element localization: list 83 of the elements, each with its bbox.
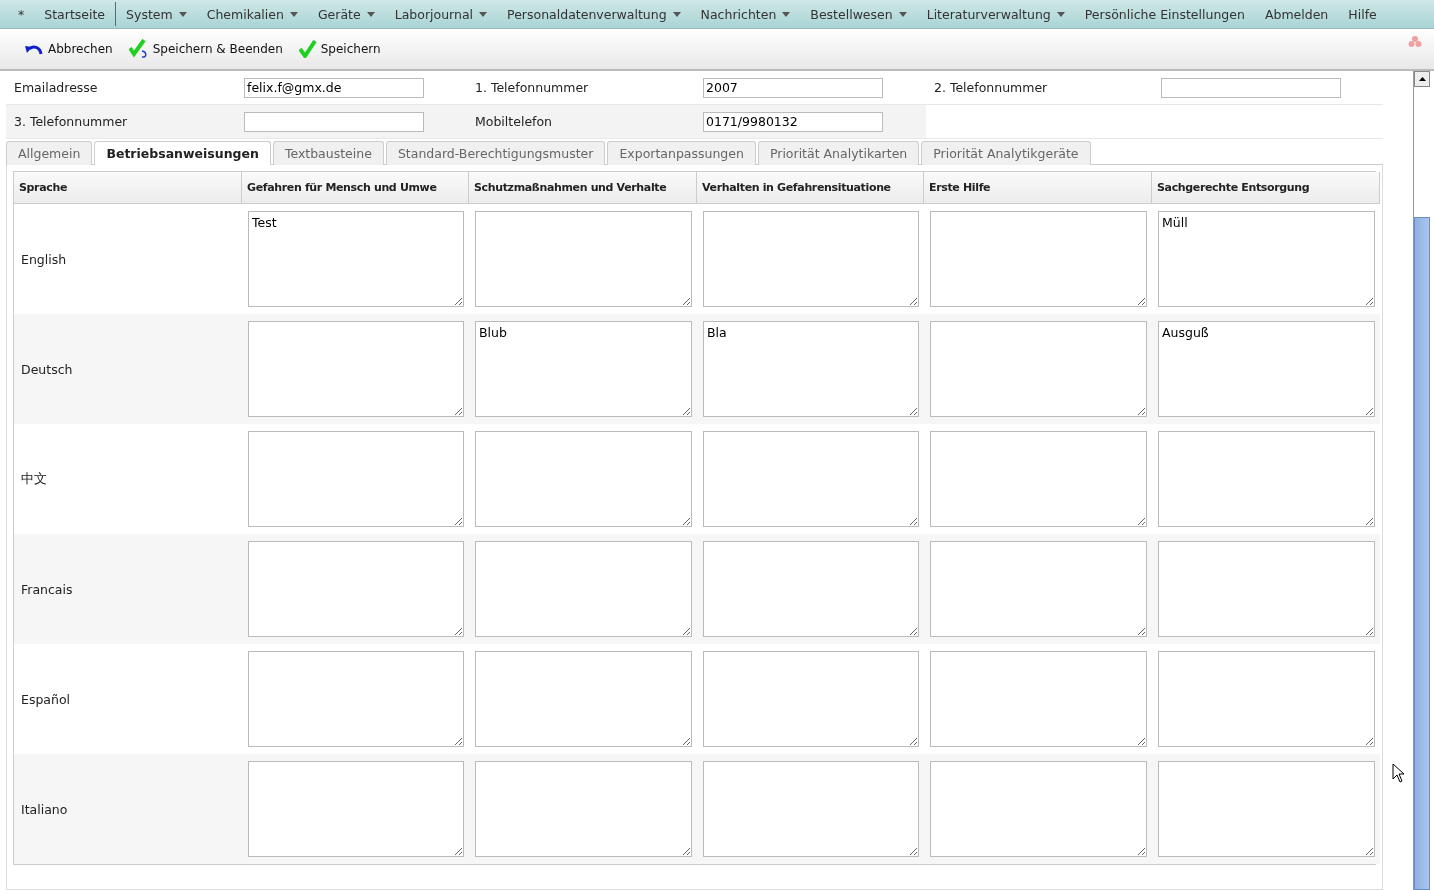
- caret-icon: [178, 11, 187, 17]
- menu-item[interactable]: Laborjournal: [384, 0, 498, 28]
- text-area[interactable]: [930, 431, 1147, 527]
- text-area[interactable]: [703, 651, 919, 747]
- tab[interactable]: Priorität Analytikarten: [757, 141, 920, 165]
- toolbar-button[interactable]: Speichern: [296, 38, 383, 60]
- tab[interactable]: Textbausteine: [272, 141, 384, 165]
- column-header: Schutzmaßnahmen und Verhalte: [469, 172, 697, 204]
- menu-item[interactable]: *: [8, 0, 35, 28]
- text-area[interactable]: [1158, 541, 1375, 637]
- caret-icon: [289, 11, 298, 17]
- tab[interactable]: Betriebsanweisungen: [94, 141, 271, 165]
- text-field[interactable]: 2007: [703, 77, 883, 98]
- menu-item[interactable]: System: [116, 0, 197, 28]
- toolbar-button[interactable]: Abbrechen: [22, 40, 115, 58]
- tab[interactable]: Priorität Analytikgeräte: [921, 141, 1091, 165]
- undo-arrow-icon: [24, 42, 44, 56]
- caret-icon: [782, 11, 791, 17]
- text-area[interactable]: Ausguß: [1158, 321, 1375, 417]
- caret-icon: [479, 11, 488, 17]
- tab[interactable]: Exportanpassungen: [607, 141, 756, 165]
- menu-item[interactable]: Chemikalien: [196, 0, 308, 28]
- text-area[interactable]: [248, 651, 464, 747]
- text-area[interactable]: [930, 761, 1147, 857]
- text-area[interactable]: [930, 211, 1147, 307]
- menu-item[interactable]: Nachrichten: [690, 0, 801, 28]
- text-area[interactable]: [475, 651, 692, 747]
- language-cell: Deutsch: [14, 314, 242, 424]
- menu-item[interactable]: Personaldatenverwaltung: [497, 0, 691, 28]
- caret-icon: [366, 11, 375, 17]
- menu-item[interactable]: Literaturverwaltung: [916, 0, 1075, 28]
- field-label: Mobiltelefon: [467, 105, 697, 138]
- text-area[interactable]: [248, 431, 464, 527]
- text-area[interactable]: [703, 431, 919, 527]
- menu-item[interactable]: Startseite: [34, 0, 116, 28]
- menu-item[interactable]: Abmelden: [1254, 0, 1339, 28]
- text-area[interactable]: [475, 761, 692, 857]
- text-area[interactable]: [703, 541, 919, 637]
- tab[interactable]: Allgemein: [6, 141, 93, 165]
- text-area[interactable]: [1158, 431, 1375, 527]
- text-area[interactable]: [1158, 761, 1375, 857]
- text-area[interactable]: [703, 211, 919, 307]
- text-area[interactable]: Test: [248, 211, 464, 307]
- field-label: 3. Telefonnummer: [6, 105, 238, 138]
- text-area[interactable]: [930, 541, 1147, 637]
- text-area[interactable]: Bla: [703, 321, 919, 417]
- language-cell: Francais: [14, 534, 242, 644]
- text-area[interactable]: [930, 321, 1147, 417]
- molecule-icon[interactable]: [1408, 35, 1422, 48]
- column-header: Sprache: [14, 172, 242, 204]
- text-area[interactable]: [475, 211, 692, 307]
- caret-icon: [1056, 11, 1065, 17]
- text-area[interactable]: [703, 761, 919, 857]
- mouse-pointer-icon: [1392, 763, 1406, 783]
- checkmark-icon: [298, 40, 317, 58]
- text-area[interactable]: [475, 431, 692, 527]
- menu-item[interactable]: Geräte: [307, 0, 385, 28]
- language-cell: Italiano: [14, 754, 242, 864]
- text-area[interactable]: [1158, 651, 1375, 747]
- text-field[interactable]: [1161, 77, 1341, 98]
- tab[interactable]: Standard-Berechtigungsmuster: [385, 141, 606, 165]
- menu-item[interactable]: Bestellwesen: [800, 0, 917, 28]
- text-area[interactable]: [930, 651, 1147, 747]
- text-field[interactable]: 0171/9980132: [703, 111, 883, 132]
- column-header: Gefahren für Mensch und Umwe: [242, 172, 469, 204]
- caret-icon: [672, 11, 681, 17]
- text-area[interactable]: Blub: [475, 321, 692, 417]
- caret-icon: [898, 11, 907, 17]
- text-area[interactable]: [248, 541, 464, 637]
- scrollbar[interactable]: [1413, 71, 1430, 890]
- column-header: Verhalten in Gefahrensituatione: [697, 172, 924, 204]
- scrollbar-thumb[interactable]: [1414, 217, 1430, 890]
- text-area[interactable]: [248, 321, 464, 417]
- menu-item[interactable]: Persönliche Einstellungen: [1074, 0, 1255, 28]
- column-header: Sachgerechte Entsorgung: [1152, 172, 1380, 204]
- column-header: Erste Hilfe: [924, 172, 1152, 204]
- menu-item[interactable]: Hilfe: [1338, 0, 1387, 28]
- text-area[interactable]: [248, 761, 464, 857]
- text-field[interactable]: felix.f@gmx.de: [244, 77, 424, 98]
- toolbar-button[interactable]: Speichern & Beenden: [126, 37, 285, 61]
- text-area[interactable]: Müll: [1158, 211, 1375, 307]
- text-field[interactable]: [244, 111, 424, 132]
- text-area[interactable]: [475, 541, 692, 637]
